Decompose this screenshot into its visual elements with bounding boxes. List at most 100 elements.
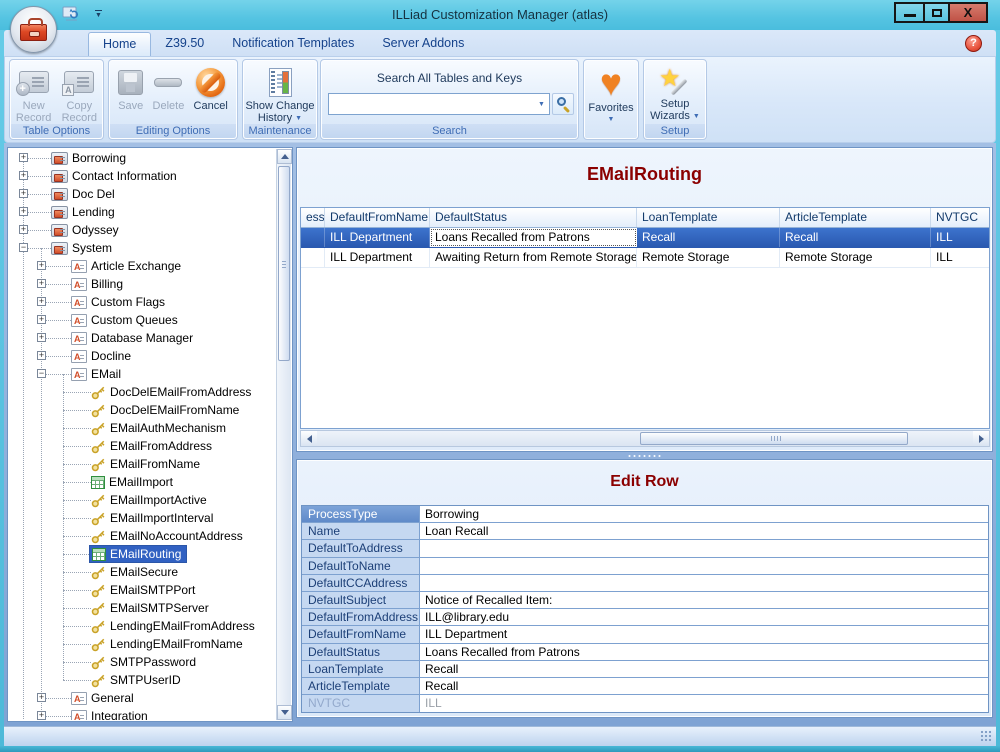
tree-item-emailauthmechanism[interactable]: EMailAuthMechanism	[9, 419, 276, 437]
title-bar[interactable]: ILLiad Customization Manager (atlas) ▼ X	[0, 0, 1000, 30]
tab-server-addons[interactable]: Server Addons	[368, 32, 478, 56]
column-header-articletemplate[interactable]: ArticleTemplate	[780, 208, 931, 227]
field-value-defaultfromname[interactable]: ILL Department	[420, 626, 988, 642]
edit-field-row[interactable]: DefaultToAddress	[302, 540, 988, 557]
field-value-nvtgc[interactable]: ILL	[420, 695, 988, 712]
edit-field-row[interactable]: LoanTemplateRecall	[302, 661, 988, 678]
field-value-defaultsubject[interactable]: Notice of Recalled Item:	[420, 592, 988, 608]
grid-cell[interactable]: Remote Storage	[780, 248, 931, 267]
edit-field-row[interactable]: DefaultToName	[302, 558, 988, 575]
scroll-down-button[interactable]	[277, 705, 292, 720]
tree-item-custom-queues[interactable]: +Custom Queues	[9, 311, 276, 329]
field-label-processtype[interactable]: ProcessType	[302, 506, 420, 522]
expand-toggle[interactable]: +	[19, 207, 28, 216]
grid-cell[interactable]	[301, 228, 325, 247]
collapse-toggle[interactable]: −	[37, 369, 46, 378]
tree-item-emailimportactive[interactable]: EMailImportActive	[9, 491, 276, 509]
tree-item-emailsecure[interactable]: EMailSecure	[9, 563, 276, 581]
tree-item-billing[interactable]: +Billing	[9, 275, 276, 293]
tree-item-smtppassword[interactable]: SMTPPassword	[9, 653, 276, 671]
grid-cell[interactable]: ILL Department	[325, 248, 430, 267]
tree-item-lending[interactable]: +Lending	[9, 203, 276, 221]
field-value-defaulttoaddress[interactable]	[420, 540, 988, 556]
tree-item-contact-information[interactable]: +Contact Information	[9, 167, 276, 185]
tab-home[interactable]: Home	[88, 32, 151, 56]
tree-item-lendingemailfromaddress[interactable]: LendingEMailFromAddress	[9, 617, 276, 635]
edit-field-row[interactable]: NameLoan Recall	[302, 523, 988, 540]
tree-item-email[interactable]: −EMail	[9, 365, 276, 383]
tree-item-integration[interactable]: +Integration	[9, 707, 276, 720]
grid-cell[interactable]: Loans Recalled from Patrons	[430, 228, 637, 247]
expand-toggle[interactable]: +	[37, 315, 46, 324]
tree-item-docline[interactable]: +Docline	[9, 347, 276, 365]
edit-field-row[interactable]: DefaultFromAddressILL@library.edu	[302, 609, 988, 626]
field-value-defaultfromaddress[interactable]: ILL@library.edu	[420, 609, 988, 625]
close-button[interactable]: X	[948, 2, 988, 23]
grid-cell[interactable]: Awaiting Return from Remote Storage	[430, 248, 637, 267]
grid-cell[interactable]: Recall	[637, 228, 780, 247]
tree-item-smtpuserid[interactable]: SMTPUserID	[9, 671, 276, 689]
delete-button[interactable]: Delete	[153, 62, 185, 112]
field-value-name[interactable]: Loan Recall	[420, 523, 988, 539]
qat-customize-caret-icon[interactable]: ▼	[95, 10, 102, 19]
search-input[interactable]: ▼	[328, 93, 550, 115]
grid-cell[interactable]: ILL Department	[325, 228, 430, 247]
expand-toggle[interactable]: +	[37, 261, 46, 270]
column-header-loantemplate[interactable]: LoanTemplate	[637, 208, 780, 227]
column-header-defaultfromname[interactable]: DefaultFromName	[325, 208, 430, 227]
tree-item-article-exchange[interactable]: +Article Exchange	[9, 257, 276, 275]
tree-item-emailfromaddress[interactable]: EMailFromAddress	[9, 437, 276, 455]
expand-toggle[interactable]: +	[19, 153, 28, 162]
column-header-nvtgc[interactable]: NVTGC	[931, 208, 990, 227]
field-label-articletemplate[interactable]: ArticleTemplate	[302, 678, 420, 694]
search-go-button[interactable]	[552, 93, 574, 115]
resize-grip-icon[interactable]	[980, 730, 993, 743]
table-row[interactable]: ILL DepartmentAwaiting Return from Remot…	[301, 248, 989, 268]
field-value-defaulttoname[interactable]	[420, 558, 988, 574]
grid-cell[interactable]: Recall	[780, 228, 931, 247]
setup-wizards-button[interactable]: ★ Setup Wizards ▼	[647, 62, 703, 123]
field-value-defaultstatus[interactable]: Loans Recalled from Patrons	[420, 644, 988, 660]
tree-item-lendingemailfromname[interactable]: LendingEMailFromName	[9, 635, 276, 653]
field-label-defaulttoname[interactable]: DefaultToName	[302, 558, 420, 574]
edit-field-row[interactable]: DefaultCCAddress	[302, 575, 988, 592]
scrollbar-thumb[interactable]	[640, 432, 908, 445]
field-label-defaultstatus[interactable]: DefaultStatus	[302, 644, 420, 660]
search-dropdown-button[interactable]: ▼	[534, 94, 549, 114]
edit-field-row[interactable]: ProcessTypeBorrowing	[302, 506, 988, 523]
field-label-nvtgc[interactable]: NVTGC	[302, 695, 420, 712]
favorites-button[interactable]: ♥ Favorites ▼	[584, 62, 638, 123]
field-label-defaultccaddress[interactable]: DefaultCCAddress	[302, 575, 420, 591]
tree-item-custom-flags[interactable]: +Custom Flags	[9, 293, 276, 311]
field-value-processtype[interactable]: Borrowing	[420, 506, 988, 522]
tree-item-emailsmtpport[interactable]: EMailSMTPPort	[9, 581, 276, 599]
field-label-defaultsubject[interactable]: DefaultSubject	[302, 592, 420, 608]
show-change-history-button[interactable]: Show Change History ▼	[243, 62, 317, 125]
tab-z39-50[interactable]: Z39.50	[151, 32, 218, 56]
maximize-button[interactable]	[923, 2, 950, 23]
tab-notification-templates[interactable]: Notification Templates	[218, 32, 368, 56]
expand-toggle[interactable]: +	[37, 297, 46, 306]
table-row[interactable]: ILL DepartmentLoans Recalled from Patron…	[301, 228, 989, 248]
tree-item-emailimportinterval[interactable]: EMailImportInterval	[9, 509, 276, 527]
save-button[interactable]: Save	[118, 62, 143, 112]
edit-field-row[interactable]: DefaultFromNameILL Department	[302, 626, 988, 643]
tree-item-emailsmtpserver[interactable]: EMailSMTPServer	[9, 599, 276, 617]
help-button[interactable]: ?	[965, 35, 982, 52]
grid-cell[interactable]	[301, 248, 325, 267]
expand-toggle[interactable]: +	[19, 189, 28, 198]
minimize-button[interactable]	[894, 2, 925, 23]
grid-horizontal-scrollbar[interactable]	[300, 430, 990, 447]
field-value-articletemplate[interactable]: Recall	[420, 678, 988, 694]
edit-field-row[interactable]: NVTGCILL	[302, 695, 988, 712]
tree-item-odyssey[interactable]: +Odyssey	[9, 221, 276, 239]
field-value-defaultccaddress[interactable]	[420, 575, 988, 591]
expand-toggle[interactable]: +	[19, 171, 28, 180]
grid-cell[interactable]: Remote Storage	[637, 248, 780, 267]
field-label-defaultfromname[interactable]: DefaultFromName	[302, 626, 420, 642]
app-menu-button[interactable]	[10, 6, 57, 53]
refresh-record-icon[interactable]	[62, 6, 81, 22]
tree-item-docdelemailfromname[interactable]: DocDelEMailFromName	[9, 401, 276, 419]
expand-toggle[interactable]: +	[37, 279, 46, 288]
collapse-toggle[interactable]: −	[19, 243, 28, 252]
